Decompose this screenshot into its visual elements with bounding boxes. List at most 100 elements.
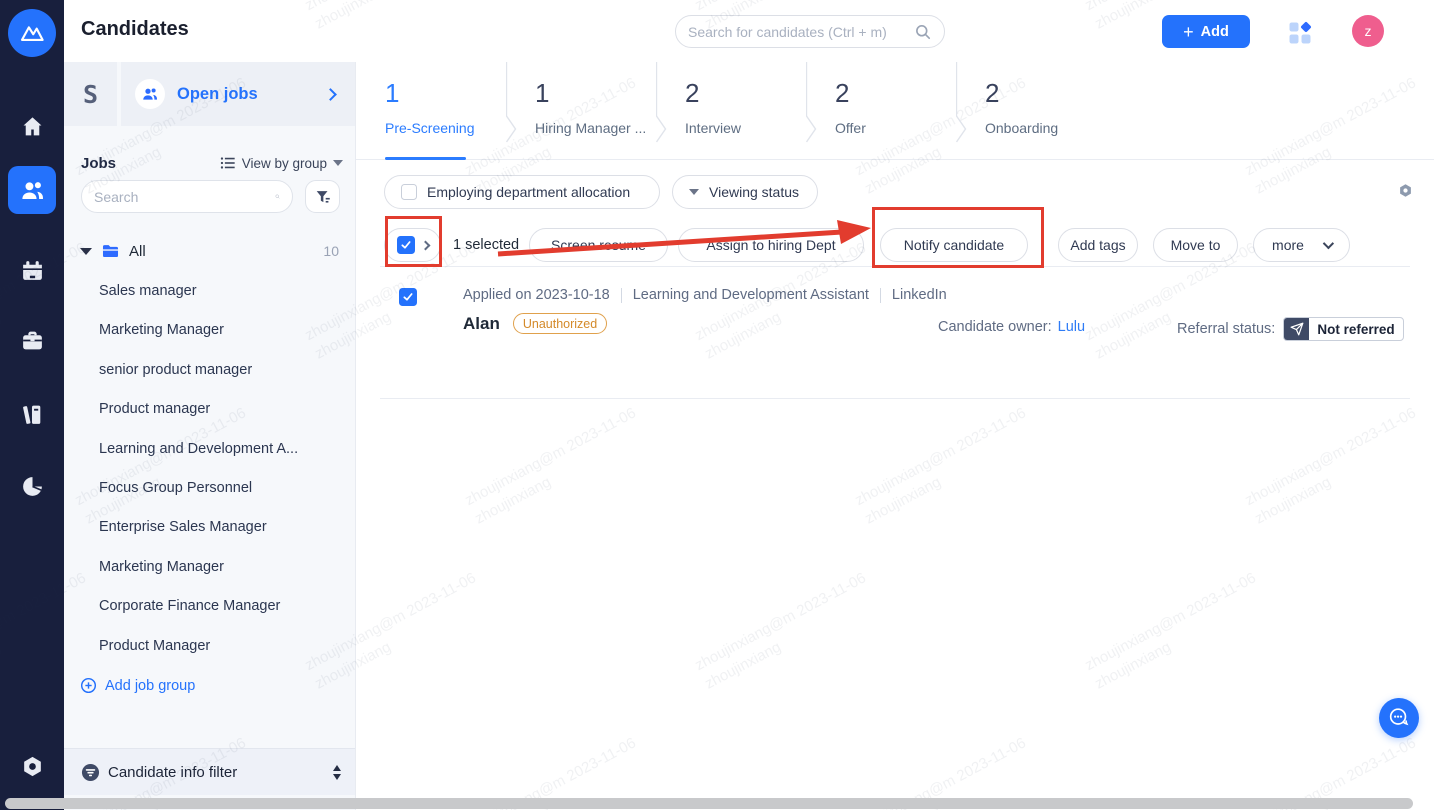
candidate-source: LinkedIn <box>891 287 947 303</box>
screen-resume-button[interactable]: Screen resume <box>529 228 668 262</box>
applied-date: Applied on 2023-10-18 <box>463 287 610 303</box>
assign-to-hiring-dept-button[interactable]: Assign to hiring Dept <box>678 228 864 262</box>
caret-down-icon[interactable] <box>80 247 92 255</box>
stage-count: 2 <box>985 78 1000 108</box>
owner-link[interactable]: Lulu <box>1058 319 1085 335</box>
screen-resume-label: Screen resume <box>551 237 646 253</box>
search-icon <box>275 194 280 199</box>
job-group-all[interactable]: All 10 <box>80 238 339 264</box>
move-to-label: Move to <box>1170 237 1221 253</box>
books-icon <box>22 405 40 424</box>
active-tab-underline <box>385 157 466 160</box>
chat-support-button[interactable] <box>1379 698 1419 738</box>
pipeline-stages: 1 Pre-Screening 1 Hiring Manager ... 2 I… <box>356 62 1434 160</box>
candidate-info-filter[interactable]: Candidate info filter <box>64 748 355 795</box>
job-item[interactable]: Learning and Development A... <box>64 430 355 469</box>
jobs-filter-button[interactable] <box>305 180 340 213</box>
stage-label: Interview <box>685 120 742 136</box>
select-all-control[interactable] <box>384 228 441 262</box>
candidate-search-input[interactable] <box>688 23 914 40</box>
mountain-logo-icon <box>20 26 44 41</box>
check-icon <box>400 241 411 249</box>
candidate-name-row: Alan Unauthorized <box>463 313 608 334</box>
stage-tab-pre-screening[interactable]: 1 Pre-Screening <box>356 62 506 160</box>
horizontal-scrollbar[interactable] <box>5 798 1413 809</box>
viewing-status-dropdown[interactable]: Viewing status <box>672 175 818 209</box>
stage-separator <box>806 62 817 143</box>
divider <box>380 398 1410 399</box>
stage-tab-onboarding[interactable]: 2 Onboarding <box>956 62 1106 160</box>
app-rail <box>0 0 64 810</box>
job-item[interactable]: Sales manager <box>64 272 355 311</box>
candidate-checkbox[interactable] <box>399 288 417 306</box>
moka-logo[interactable] <box>8 9 56 57</box>
job-item[interactable]: Corporate Finance Manager <box>64 587 355 626</box>
job-item[interactable]: Enterprise Sales Manager <box>64 508 355 547</box>
nav-reports[interactable] <box>0 462 64 510</box>
stage-count: 2 <box>685 78 700 108</box>
list-settings-button[interactable] <box>1397 182 1414 199</box>
nav-home[interactable] <box>0 102 64 150</box>
checkbox-checked[interactable] <box>396 236 415 254</box>
user-avatar[interactable]: z <box>1352 15 1384 47</box>
add-tags-button[interactable]: Add tags <box>1058 228 1138 262</box>
collapse-sidebar-button[interactable]: S <box>64 62 117 126</box>
nav-library[interactable] <box>0 390 64 438</box>
jobs-search-input[interactable] <box>94 188 275 205</box>
candidate-name[interactable]: Alan <box>463 314 500 334</box>
job-item[interactable]: Product manager <box>64 390 355 429</box>
stage-label: Pre-Screening <box>385 120 475 136</box>
caret-down-icon <box>333 160 343 166</box>
stage-label: Hiring Manager ... <box>535 120 647 136</box>
add-button-label: Add <box>1200 23 1229 40</box>
selected-count: 1 selected <box>453 237 520 253</box>
unauthorized-badge: Unauthorized <box>512 313 608 334</box>
separator <box>879 287 881 303</box>
nav-briefcase[interactable] <box>0 316 64 364</box>
open-jobs-avatar <box>135 79 165 109</box>
candidate-search[interactable] <box>675 15 945 48</box>
job-item[interactable]: Marketing Manager <box>64 311 355 350</box>
expand-collapse-icon[interactable] <box>333 764 341 780</box>
jobs-search-row <box>81 180 340 213</box>
more-label: more <box>1272 237 1304 253</box>
checkbox-unchecked[interactable] <box>401 184 417 200</box>
divider <box>380 266 1410 267</box>
stage-tab-interview[interactable]: 2 Interview <box>656 62 806 160</box>
stage-count: 1 <box>535 78 550 108</box>
notify-candidate-label: Notify candidate <box>903 237 1005 253</box>
stage-separator <box>956 62 967 143</box>
people-icon <box>21 181 43 199</box>
add-button[interactable]: + Add <box>1162 15 1250 48</box>
view-by-group-dropdown[interactable]: View by group <box>220 155 343 171</box>
job-group-count: 10 <box>323 243 339 259</box>
open-jobs-header[interactable]: Open jobs <box>121 62 355 126</box>
nav-candidates[interactable] <box>8 166 56 214</box>
stage-tab-hiring-manager[interactable]: 1 Hiring Manager ... <box>506 62 656 160</box>
stage-label: Offer <box>835 120 866 136</box>
more-button[interactable]: more <box>1253 228 1350 262</box>
avatar-initial: z <box>1364 23 1372 39</box>
job-item[interactable]: Marketing Manager <box>64 548 355 587</box>
stage-tab-offer[interactable]: 2 Offer <box>806 62 956 160</box>
view-by-group-label: View by group <box>241 155 327 171</box>
job-list: Sales manager Marketing Manager senior p… <box>64 272 355 666</box>
job-item[interactable]: Focus Group Personnel <box>64 469 355 508</box>
job-item[interactable]: senior product manager <box>64 351 355 390</box>
move-to-button[interactable]: Move to <box>1153 228 1238 262</box>
chevron-right-icon[interactable] <box>420 240 430 250</box>
jobs-search[interactable] <box>81 180 293 213</box>
nav-calendar[interactable] <box>0 246 64 294</box>
notify-candidate-button[interactable]: Notify candidate <box>880 228 1028 262</box>
app-grid-icon[interactable] <box>1288 21 1312 45</box>
add-job-group-label: Add job group <box>105 677 196 694</box>
chat-bubble-icon <box>1389 708 1409 726</box>
dept-allocation-filter[interactable]: Employing department allocation <box>384 175 660 209</box>
referral-badge[interactable]: Not referred <box>1283 317 1404 341</box>
apps-icon <box>1289 22 1311 44</box>
job-group-all-label: All <box>129 242 146 260</box>
job-item[interactable]: Product Manager <box>64 627 355 666</box>
nav-settings[interactable] <box>0 742 64 790</box>
stage-separator <box>656 62 667 143</box>
add-job-group-button[interactable]: Add job group <box>80 677 195 694</box>
